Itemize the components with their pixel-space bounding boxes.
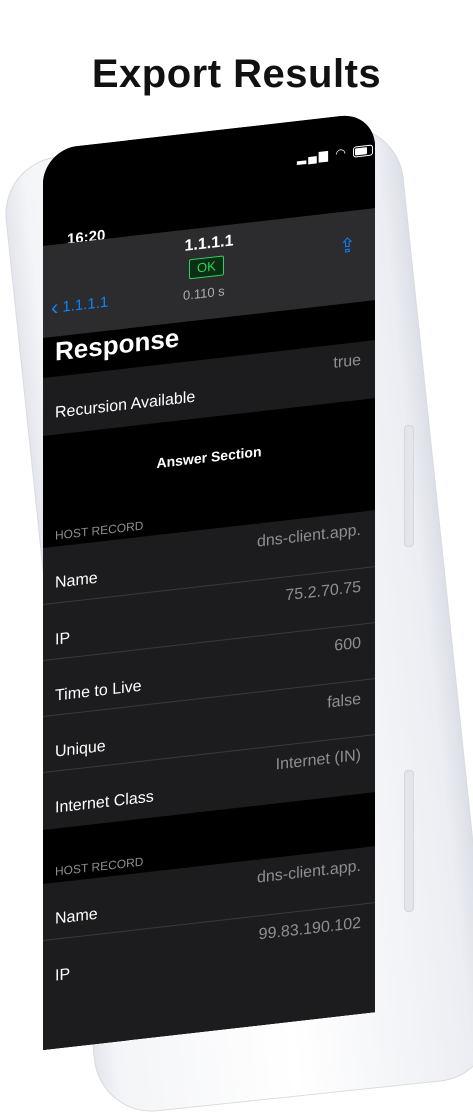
- volume-button: [404, 425, 414, 547]
- row-key: IP: [55, 629, 71, 649]
- row-value: Internet (IN): [275, 746, 361, 774]
- battery-icon: [353, 144, 374, 158]
- back-label: 1.1.1.1: [62, 293, 109, 316]
- status-badge: OK: [189, 255, 224, 280]
- phone-screen: 16:20 ▂▄▆ ◠ 1.1.1.1 ‹ 1.1.1.1 ⇪ OK 0.110 …: [43, 112, 375, 1050]
- share-icon: ⇪: [339, 234, 356, 259]
- row-key: Name: [55, 569, 98, 592]
- row-key: IP: [55, 965, 71, 985]
- row-value: true: [333, 351, 361, 372]
- chevron-left-icon: ‹: [51, 294, 59, 321]
- row-value: 99.83.190.102: [258, 914, 361, 944]
- answer-section-title: Answer Section: [156, 443, 262, 472]
- row-value: dns-client.app.: [256, 521, 361, 551]
- row-value: 75.2.70.75: [285, 578, 361, 605]
- row-value: false: [327, 690, 361, 712]
- row-key: Unique: [55, 737, 106, 761]
- headline: Export Results: [91, 52, 382, 96]
- row-value: 600: [334, 634, 361, 655]
- row-key: Name: [55, 905, 98, 928]
- record-group: Name dns-client.app. IP 75.2.70.75 Time …: [43, 510, 375, 830]
- wifi-icon: ◠: [335, 145, 348, 161]
- row-key: Internet Class: [55, 788, 154, 817]
- signal-icon: ▂▄▆: [297, 147, 330, 166]
- share-button[interactable]: ⇪: [339, 232, 356, 259]
- row-value: dns-client.app.: [256, 857, 361, 887]
- row-key: Time to Live: [55, 677, 142, 705]
- row-key: Recursion Available: [55, 388, 196, 422]
- power-button: [404, 770, 414, 912]
- status-icons: ▂▄▆ ◠: [297, 142, 374, 166]
